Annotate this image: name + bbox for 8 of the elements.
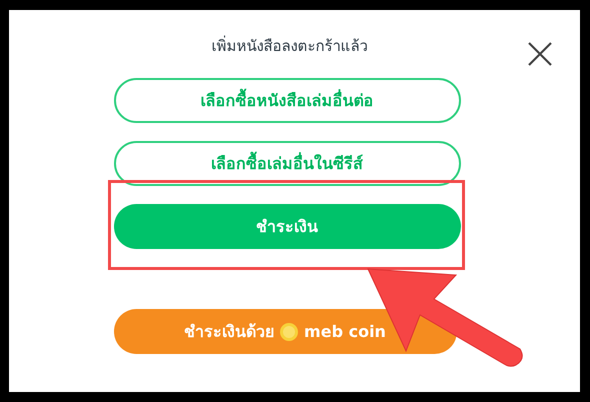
coin-icon xyxy=(280,322,298,340)
pay-with-coin-button[interactable]: ชำระเงินด้วย meb coin xyxy=(114,309,456,354)
option-button[interactable]: เลือกซื้อหนังสือเล่มอื่นต่อ xyxy=(114,78,460,123)
option-button[interactable]: เลือกซื้อเล่มอื่นในซีรีส์ xyxy=(114,141,460,186)
checkout-button[interactable]: ชำระเงิน xyxy=(114,204,460,249)
dialog-title: เพิ่มหนังสือลงตะกร้าแล้ว xyxy=(212,34,368,57)
close-button[interactable] xyxy=(526,40,554,68)
close-icon xyxy=(526,40,554,68)
